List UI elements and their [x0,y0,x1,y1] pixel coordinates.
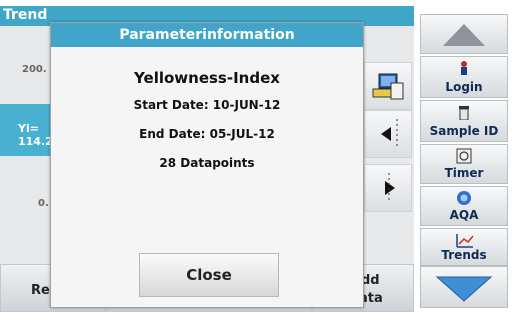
print-button[interactable] [364,62,412,110]
sidebar-item-aqa[interactable]: AQA [420,186,508,226]
person-icon [461,61,467,75]
vial-icon [459,106,469,120]
sidebar-item-label: Trends [441,248,487,262]
arrow-down-icon [435,276,493,302]
sidebar-item-label: Sample ID [429,124,499,138]
parameter-information-dialog: Parameterinformation Yellowness-Index St… [50,22,364,308]
sidebar-item-label: Login [445,80,483,94]
y-value-number: 114.2 [18,135,53,148]
y-axis-mid-label: 0. [38,198,49,209]
trends-icon [456,234,474,248]
start-date: Start Date: 10-JUN-12 [133,98,281,112]
sidebar-item-label: AQA [449,208,479,222]
computer-icon [372,73,404,100]
timer-icon [456,148,472,164]
scroll-up-button[interactable] [420,14,508,54]
close-button[interactable]: Close [139,253,279,297]
parameter-name: Yellowness-Index [134,69,280,87]
background-title: Trend [3,7,48,23]
y-axis-top-label: 200. [22,64,47,75]
scroll-left-button[interactable] [364,110,412,158]
scroll-down-button[interactable] [420,266,508,308]
end-date: End Date: 05-JUL-12 [139,127,275,141]
sidebar-item-sample-id[interactable]: Sample ID [420,100,508,142]
sidebar-item-label: Timer [444,166,484,180]
arrow-right-icon [385,173,395,203]
sidebar-item-timer[interactable]: Timer [420,144,508,184]
arrow-left-icon [381,119,398,149]
arrow-up-icon [443,24,485,46]
screen: Trend 200. Yi= 114.2 0. Re dd ata Login … [0,0,512,312]
datapoints-count: 28 Datapoints [159,156,255,170]
dialog-title: Parameterinformation [51,23,363,47]
aqa-icon [457,191,471,205]
sidebar-item-login[interactable]: Login [420,56,508,98]
scroll-right-button[interactable] [364,164,412,212]
bottom-left-label: Re [31,283,50,298]
sidebar-item-trends[interactable]: Trends [420,228,508,266]
y-value-label: Yi= [18,122,39,135]
